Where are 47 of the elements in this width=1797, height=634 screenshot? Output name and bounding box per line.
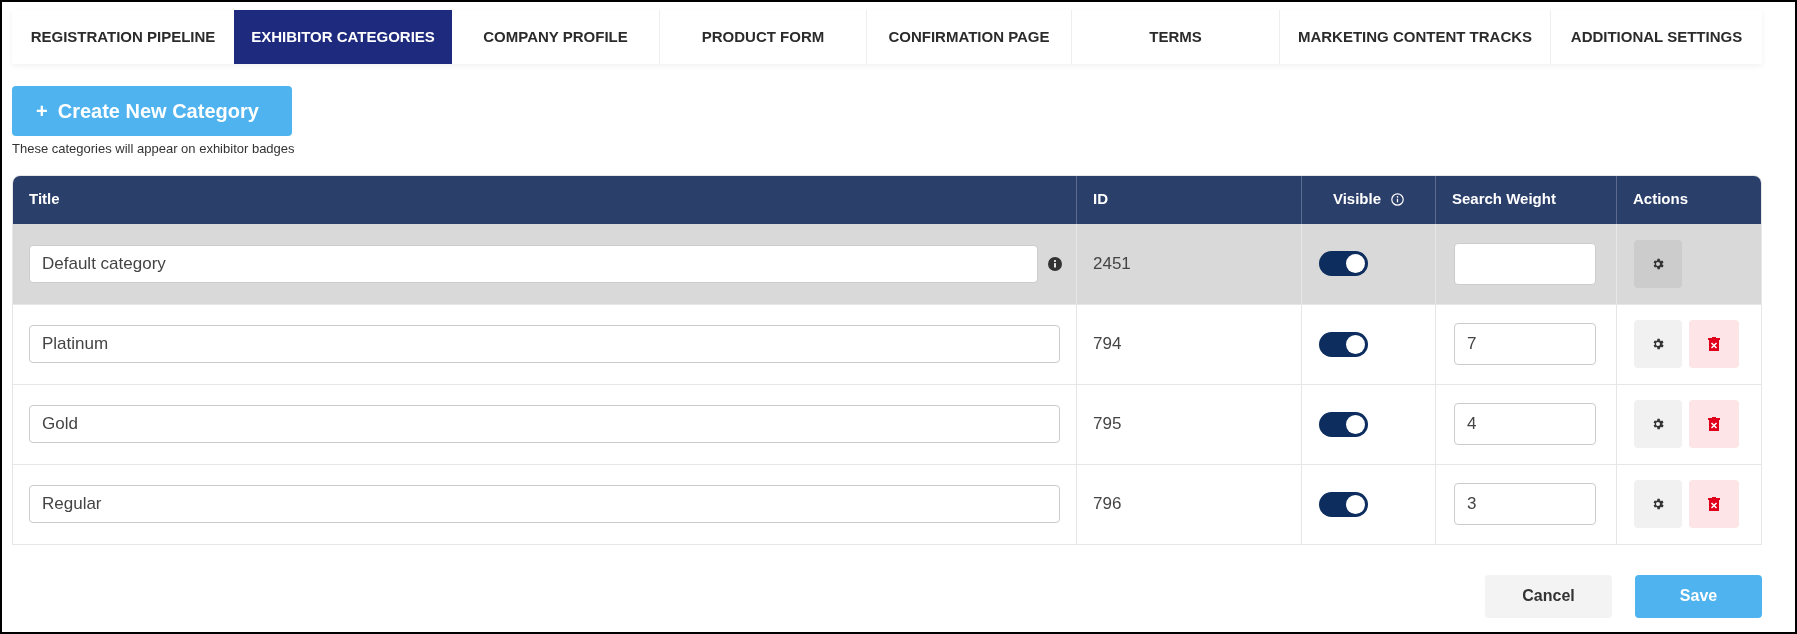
info-icon[interactable] xyxy=(1391,193,1405,206)
title-field[interactable]: Regular xyxy=(29,485,1060,523)
gear-icon xyxy=(1651,256,1665,271)
id-text: 795 xyxy=(1093,413,1122,436)
delete-button[interactable] xyxy=(1689,320,1739,368)
hint-text: These categories will appear on exhibitor badges xyxy=(12,140,296,158)
column-header: Title xyxy=(29,189,60,210)
tab[interactable]: REGISTRATION PIPELINE xyxy=(12,10,234,64)
column-header: Search Weight xyxy=(1452,189,1556,210)
visible-toggle[interactable] xyxy=(1319,491,1368,517)
tab[interactable]: COMPANY PROFILE xyxy=(452,10,659,64)
search-weight-field[interactable]: 3 xyxy=(1454,483,1596,525)
trash-icon xyxy=(1708,337,1720,351)
column-header: Actions xyxy=(1633,189,1688,210)
tab[interactable]: EXHIBITOR CATEGORIES xyxy=(234,10,452,64)
visible-toggle[interactable] xyxy=(1319,411,1368,437)
tab[interactable]: PRODUCT FORM xyxy=(659,10,866,64)
title-field[interactable]: Default category xyxy=(29,244,1038,283)
tab[interactable]: CONFIRMATION PAGE xyxy=(866,10,1071,64)
column-header: ID xyxy=(1093,189,1108,210)
gear-icon xyxy=(1651,497,1665,511)
id-text: 794 xyxy=(1093,333,1122,356)
info-icon xyxy=(1048,256,1062,271)
tab[interactable]: TERMS xyxy=(1071,10,1279,64)
gear-icon xyxy=(1651,417,1665,431)
settings-button[interactable] xyxy=(1634,480,1682,528)
settings-button[interactable] xyxy=(1634,400,1682,448)
trash-icon xyxy=(1708,497,1720,511)
column-header: Visible xyxy=(1332,189,1382,210)
gear-icon xyxy=(1651,337,1665,351)
delete-button[interactable] xyxy=(1689,400,1739,448)
settings-button[interactable] xyxy=(1634,239,1682,288)
title-field[interactable]: Gold xyxy=(29,405,1060,443)
search-weight-field[interactable] xyxy=(1454,242,1596,285)
id-text: 796 xyxy=(1093,493,1122,516)
visible-toggle[interactable] xyxy=(1319,251,1368,276)
id-text: 2451 xyxy=(1093,252,1131,275)
delete-button[interactable] xyxy=(1689,480,1739,528)
visible-toggle[interactable] xyxy=(1319,331,1368,357)
tab[interactable]: MARKETING CONTENT TRACKS xyxy=(1279,10,1550,64)
search-weight-field[interactable]: 7 xyxy=(1454,323,1596,365)
tab[interactable]: ADDITIONAL SETTINGS xyxy=(1550,10,1762,64)
search-weight-field[interactable]: 4 xyxy=(1454,403,1596,445)
cancel-button[interactable]: Cancel xyxy=(1485,574,1612,618)
trash-icon xyxy=(1708,417,1720,431)
settings-button[interactable] xyxy=(1634,320,1682,368)
title-field[interactable]: Platinum xyxy=(29,325,1060,363)
